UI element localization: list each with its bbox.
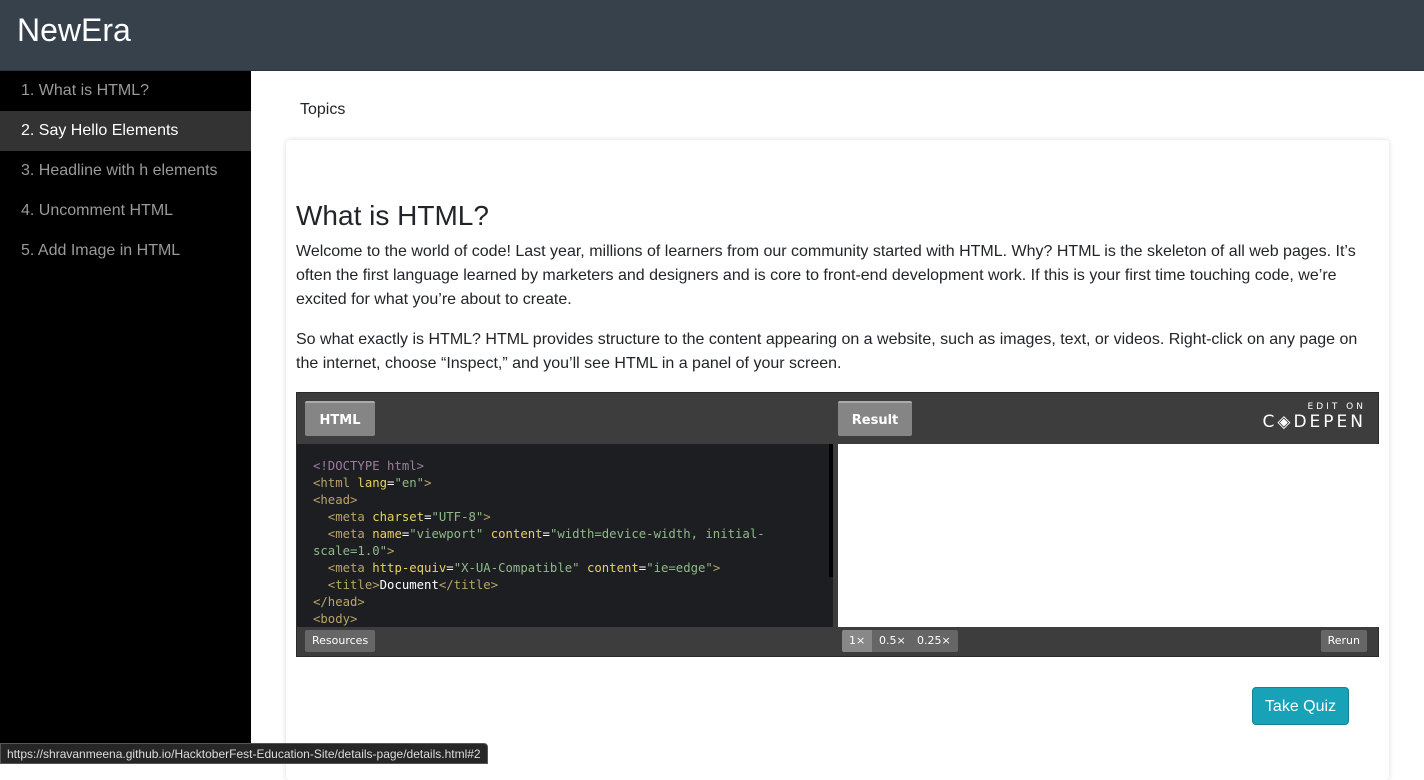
code-line: scale=1.0"> [313, 543, 833, 560]
code-token: </title> [438, 578, 499, 592]
code-token: "viewport" [409, 527, 491, 541]
code-token: > [424, 476, 432, 490]
code-token: <meta [313, 527, 373, 541]
code-token: "en" [394, 476, 425, 490]
html-tab[interactable]: HTML [305, 401, 375, 436]
header: NewEra [0, 0, 1424, 71]
code-line: <!DOCTYPE html> [313, 458, 833, 475]
code-token: charset [372, 510, 425, 524]
code-token: = [446, 561, 454, 575]
code-token: "width=device-width, initial- [549, 527, 765, 541]
code-line: <meta name="viewport" content="width=dev… [313, 526, 833, 543]
code-token: scale=1.0" [313, 544, 388, 558]
code-line: <meta charset="UTF-8"> [313, 509, 833, 526]
code-token: > [483, 510, 491, 524]
code-token: <body> [313, 612, 358, 626]
code-token: content [490, 527, 543, 541]
codepen-embed: HTML Result EDIT ON C◈DEPEN <!DOCTYPE ht… [296, 392, 1379, 657]
code-token: content [586, 561, 639, 575]
take-quiz-button[interactable]: Take Quiz [1252, 687, 1349, 725]
sidebar-item-what-is-html[interactable]: 1. What is HTML? [0, 71, 251, 111]
intro-paragraph: Welcome to the world of code! Last year,… [296, 243, 1356, 308]
rerun-button[interactable]: Rerun [1320, 630, 1367, 652]
edit-on-label: EDIT ON [1307, 402, 1366, 412]
code-token: <meta [313, 510, 373, 524]
zoom-1x-button[interactable]: 1× [842, 630, 873, 652]
code-token: <title> [313, 578, 380, 592]
code-token: = [542, 527, 550, 541]
code-token: </head> [313, 595, 365, 609]
topics-label: Topics [300, 101, 346, 118]
code-token: name [372, 527, 402, 541]
code-token: > [712, 561, 721, 575]
sidebar-item-uncomment[interactable]: 4. Uncomment HTML [0, 191, 251, 231]
code-line: <head> [313, 492, 833, 509]
page-title: What is HTML? [296, 200, 489, 231]
code-line: <meta http-equiv="X-UA-Compatible" conte… [313, 560, 833, 577]
codepen-logo: C◈DEPEN [1262, 412, 1366, 432]
sidebar-item-say-hello[interactable]: 2. Say Hello Elements [0, 111, 251, 151]
scrollbar[interactable] [829, 444, 833, 577]
code-token: lang [357, 476, 388, 490]
code-editor[interactable]: <!DOCTYPE html> <html lang="en"> <head> <m… [297, 444, 833, 627]
code-token: > [387, 544, 395, 558]
sidebar: 1. What is HTML? 2. Say Hello Elements 3… [0, 71, 251, 764]
result-pane [838, 444, 1379, 627]
sidebar-item-add-image[interactable]: 5. Add Image in HTML [0, 231, 251, 271]
resources-button[interactable]: Resources [305, 630, 376, 652]
code-token: <meta [313, 561, 373, 575]
status-bar-url: https://shravanmeena.github.io/Hacktober… [0, 743, 488, 764]
code-line: <html lang="en"> [313, 475, 833, 492]
result-tab[interactable]: Result [838, 401, 912, 436]
code-token: <html [313, 476, 358, 490]
code-line: <title>Document</title> [313, 577, 833, 594]
explanation-paragraph: So what exactly is HTML? HTML provides s… [296, 331, 1358, 372]
code-token: "UTF-8" [431, 510, 484, 524]
code-token: "ie=edge" [646, 561, 713, 575]
code-line: </head> [313, 594, 833, 611]
zoom-025x-button[interactable]: 0.25× [910, 630, 958, 652]
code-token: http-equiv [372, 561, 447, 575]
code-line: <body> [313, 611, 833, 627]
brand-logo[interactable]: NewEra [17, 12, 131, 49]
code-token: <head> [313, 493, 358, 507]
zoom-05x-button[interactable]: 0.5× [872, 630, 913, 652]
code-token: "X-UA-Compatible" [453, 561, 587, 575]
edit-on-codepen-link[interactable]: EDIT ON C◈DEPEN [1263, 402, 1367, 432]
code-token: Document [379, 578, 439, 592]
code-token: <!DOCTYPE html> [313, 459, 425, 473]
sidebar-item-headline[interactable]: 3. Headline with h elements [0, 151, 251, 191]
